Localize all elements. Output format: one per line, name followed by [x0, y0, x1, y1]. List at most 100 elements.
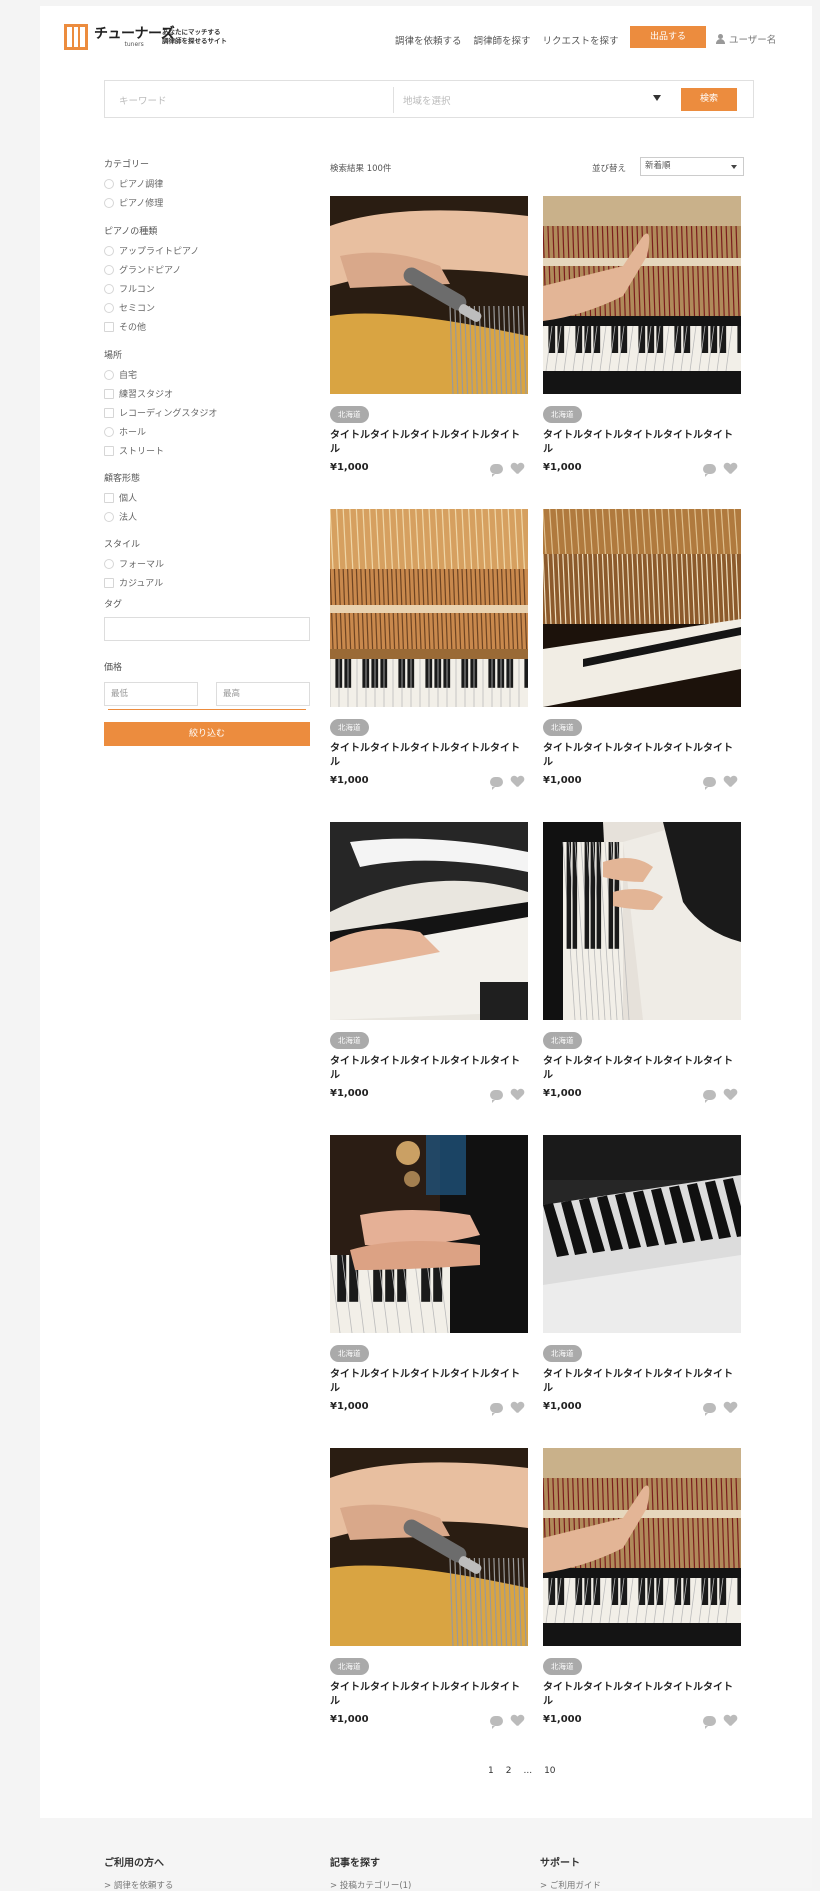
- card-thumbnail[interactable]: [330, 509, 528, 707]
- region-select[interactable]: 地域を選択: [403, 93, 451, 107]
- filter-submit-button[interactable]: 絞り込む: [104, 722, 310, 746]
- card-thumbnail[interactable]: [330, 1135, 528, 1333]
- filter-option[interactable]: 練習スタジオ: [104, 384, 217, 403]
- checkbox[interactable]: [104, 445, 114, 456]
- comment-icon[interactable]: [490, 1403, 503, 1416]
- heart-icon[interactable]: [511, 463, 524, 475]
- card-thumbnail[interactable]: [543, 509, 741, 707]
- keyword-input[interactable]: キーワード: [119, 93, 167, 107]
- comment-icon[interactable]: [703, 464, 716, 477]
- nav-request-tuning[interactable]: 調律を依頼する: [395, 33, 462, 47]
- filter-option[interactable]: アップライトピアノ: [104, 241, 199, 260]
- radio[interactable]: [104, 283, 114, 294]
- checkbox[interactable]: [104, 388, 114, 399]
- heart-icon[interactable]: [724, 1402, 737, 1414]
- result-card[interactable]: 北海道 タイトルタイトルタイトルタイトルタイトル ¥1,000: [330, 196, 528, 486]
- result-card[interactable]: 北海道 タイトルタイトルタイトルタイトルタイトル ¥1,000: [330, 822, 528, 1112]
- card-thumbnail[interactable]: [543, 1135, 741, 1333]
- card-title[interactable]: タイトルタイトルタイトルタイトルタイトル: [543, 1368, 741, 1396]
- heart-icon[interactable]: [724, 1089, 737, 1101]
- page-link[interactable]: 1: [488, 1766, 494, 1776]
- checkbox[interactable]: [104, 492, 114, 503]
- checkbox[interactable]: [104, 577, 114, 588]
- card-title[interactable]: タイトルタイトルタイトルタイトルタイトル: [330, 1055, 528, 1083]
- filter-option[interactable]: 個人: [104, 488, 140, 507]
- price-min-input[interactable]: 最低: [104, 682, 198, 706]
- page-link[interactable]: 2: [506, 1766, 512, 1776]
- card-thumbnail[interactable]: [330, 196, 528, 394]
- footer-link[interactable]: > ご利用ガイド: [540, 1879, 601, 1891]
- radio[interactable]: [104, 245, 114, 256]
- heart-icon[interactable]: [724, 463, 737, 475]
- post-button[interactable]: 出品する: [630, 26, 706, 48]
- card-title[interactable]: タイトルタイトルタイトルタイトルタイトル: [543, 1055, 741, 1083]
- filter-option[interactable]: フルコン: [104, 279, 199, 298]
- card-thumbnail[interactable]: [330, 1448, 528, 1646]
- radio[interactable]: [104, 264, 114, 275]
- filter-option[interactable]: グランドピアノ: [104, 260, 199, 279]
- result-card[interactable]: 北海道 タイトルタイトルタイトルタイトルタイトル ¥1,000: [330, 509, 528, 799]
- result-card[interactable]: 北海道 タイトルタイトルタイトルタイトルタイトル ¥1,000: [330, 1135, 528, 1425]
- result-card[interactable]: 北海道 タイトルタイトルタイトルタイトルタイトル ¥1,000: [543, 1135, 741, 1425]
- comment-icon[interactable]: [490, 464, 503, 477]
- search-button[interactable]: 検索: [681, 88, 737, 111]
- filter-option[interactable]: 自宅: [104, 365, 217, 384]
- result-card[interactable]: 北海道 タイトルタイトルタイトルタイトルタイトル ¥1,000: [543, 196, 741, 486]
- checkbox[interactable]: [104, 321, 114, 332]
- checkbox[interactable]: [104, 407, 114, 418]
- comment-icon[interactable]: [703, 1716, 716, 1729]
- filter-option[interactable]: ストリート: [104, 441, 217, 460]
- page-link[interactable]: 10: [544, 1766, 555, 1776]
- filter-option[interactable]: その他: [104, 317, 199, 336]
- footer-link[interactable]: > 調律を依頼する: [104, 1879, 173, 1891]
- card-thumbnail[interactable]: [543, 1448, 741, 1646]
- heart-icon[interactable]: [724, 1715, 737, 1727]
- price-max-input[interactable]: 最高: [216, 682, 310, 706]
- filter-option[interactable]: レコーディングスタジオ: [104, 403, 217, 422]
- comment-icon[interactable]: [490, 1090, 503, 1103]
- nav-find-tuner[interactable]: 調律師を探す: [474, 33, 531, 47]
- comment-icon[interactable]: [490, 777, 503, 790]
- filter-option[interactable]: セミコン: [104, 298, 199, 317]
- card-thumbnail[interactable]: [543, 196, 741, 394]
- card-title[interactable]: タイトルタイトルタイトルタイトルタイトル: [543, 429, 741, 457]
- heart-icon[interactable]: [511, 776, 524, 788]
- radio[interactable]: [104, 558, 114, 569]
- radio[interactable]: [104, 302, 114, 313]
- result-card[interactable]: 北海道 タイトルタイトルタイトルタイトルタイトル ¥1,000: [543, 822, 741, 1112]
- filter-option[interactable]: ピアノ修理: [104, 193, 163, 212]
- tag-input[interactable]: [104, 617, 310, 641]
- card-title[interactable]: タイトルタイトルタイトルタイトルタイトル: [330, 1681, 528, 1709]
- site-logo[interactable]: チューナーズ tuners: [64, 24, 175, 50]
- radio[interactable]: [104, 178, 114, 189]
- card-thumbnail[interactable]: [330, 822, 528, 1020]
- filter-option[interactable]: ピアノ調律: [104, 174, 163, 193]
- filter-option[interactable]: 法人: [104, 507, 140, 526]
- heart-icon[interactable]: [511, 1089, 524, 1101]
- sort-select[interactable]: 新着順: [640, 157, 744, 176]
- user-menu[interactable]: ユーザー名: [716, 32, 776, 46]
- result-card[interactable]: 北海道 タイトルタイトルタイトルタイトルタイトル ¥1,000: [330, 1448, 528, 1738]
- comment-icon[interactable]: [703, 1090, 716, 1103]
- footer-link[interactable]: > 投稿カテゴリー(1): [330, 1879, 411, 1891]
- card-title[interactable]: タイトルタイトルタイトルタイトルタイトル: [543, 1681, 741, 1709]
- result-card[interactable]: 北海道 タイトルタイトルタイトルタイトルタイトル ¥1,000: [543, 1448, 741, 1738]
- radio[interactable]: [104, 197, 114, 208]
- radio[interactable]: [104, 369, 114, 380]
- filter-option[interactable]: フォーマル: [104, 554, 164, 573]
- card-title[interactable]: タイトルタイトルタイトルタイトルタイトル: [330, 1368, 528, 1396]
- heart-icon[interactable]: [724, 776, 737, 788]
- radio[interactable]: [104, 511, 114, 522]
- filter-option[interactable]: カジュアル: [104, 573, 164, 592]
- comment-icon[interactable]: [490, 1716, 503, 1729]
- heart-icon[interactable]: [511, 1715, 524, 1727]
- comment-icon[interactable]: [703, 1403, 716, 1416]
- card-title[interactable]: タイトルタイトルタイトルタイトルタイトル: [543, 742, 741, 770]
- comment-icon[interactable]: [703, 777, 716, 790]
- nav-find-request[interactable]: リクエストを探す: [543, 33, 619, 47]
- card-title[interactable]: タイトルタイトルタイトルタイトルタイトル: [330, 429, 528, 457]
- card-thumbnail[interactable]: [543, 822, 741, 1020]
- result-card[interactable]: 北海道 タイトルタイトルタイトルタイトルタイトル ¥1,000: [543, 509, 741, 799]
- heart-icon[interactable]: [511, 1402, 524, 1414]
- chevron-down-icon[interactable]: [653, 95, 661, 101]
